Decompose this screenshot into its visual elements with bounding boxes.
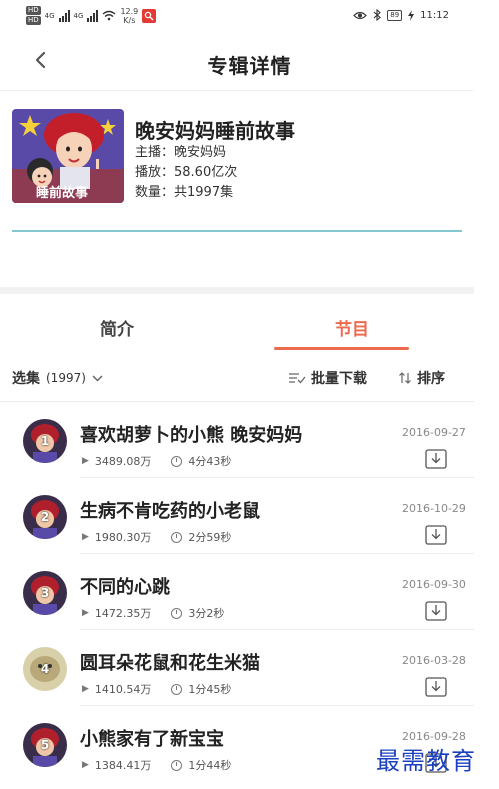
episode-stats: ▶ 1410.54万 1分45秒 xyxy=(82,681,231,697)
list-check-icon xyxy=(289,373,306,384)
network-type-2: 4G xyxy=(73,11,84,20)
tab-intro[interactable]: 简介 xyxy=(100,315,134,340)
sort-button[interactable]: 排序 xyxy=(398,368,445,388)
episode-thumbnail: 2 xyxy=(23,495,67,539)
episode-thumbnail: 5 xyxy=(23,723,67,767)
download-icon[interactable] xyxy=(425,601,447,621)
signal-icon xyxy=(87,9,99,22)
active-tab-indicator xyxy=(274,347,409,350)
episode-stats: ▶ 1980.30万 2分59秒 xyxy=(82,529,231,545)
episode-date: 2016-03-28 xyxy=(402,654,466,667)
sort-label: 排序 xyxy=(417,371,445,387)
episode-number: 1 xyxy=(40,434,50,448)
sort-icon xyxy=(399,372,411,384)
episode-stats: ▶ 3489.08万 4分43秒 xyxy=(82,453,231,469)
episode-duration: 2分59秒 xyxy=(188,531,232,544)
album-cover[interactable]: 睡前故事 xyxy=(12,109,124,203)
episode-thumbnail: 1 xyxy=(23,419,67,463)
signal-icon xyxy=(58,9,70,22)
network-type-1: 4G xyxy=(44,11,55,20)
clock-time: 11:12 xyxy=(420,9,449,21)
network-speed-unit: K/s xyxy=(123,15,136,25)
charging-icon xyxy=(408,9,415,21)
episode-number: 4 xyxy=(40,662,50,676)
play-icon: ▶ xyxy=(82,684,89,694)
play-icon: ▶ xyxy=(82,532,89,542)
episode-duration: 3分2秒 xyxy=(188,607,225,620)
episode-title: 小熊家有了新宝宝 xyxy=(80,729,224,750)
list-item[interactable]: 3 不同的心跳 2016-09-30 ▶ 1472.35万 3分2秒 xyxy=(0,554,474,630)
wifi-icon xyxy=(102,10,116,21)
play-icon: ▶ xyxy=(82,456,89,466)
album-info: 睡前故事 晚安妈妈睡前故事 主播：晚安妈妈 播放：58.60亿次 数量：共199… xyxy=(0,90,474,290)
episode-toolbar: 选集 (1997) 批量下载 排序 xyxy=(0,360,474,396)
play-icon: ▶ xyxy=(82,608,89,618)
episode-play-count: 1410.54万 xyxy=(94,683,152,696)
watermark: 最需教育 xyxy=(376,747,476,775)
list-item[interactable]: 1 喜欢胡萝卜的小熊 晚安妈妈 2016-09-27 ▶ 3489.08万 4分… xyxy=(0,402,474,478)
episode-stats: ▶ 1472.35万 3分2秒 xyxy=(82,605,224,621)
clock-icon xyxy=(171,531,183,543)
app-notification-icon xyxy=(142,8,157,23)
album-host: 主播：晚安妈妈 xyxy=(135,145,227,160)
hd-label-2: HD xyxy=(26,16,41,25)
battery-icon: 89 xyxy=(387,9,403,21)
episode-date: 2016-10-29 xyxy=(402,502,466,515)
clock-icon xyxy=(171,683,183,695)
episode-number: 3 xyxy=(40,586,50,600)
album-title: 晚安妈妈睡前故事 xyxy=(135,119,295,143)
chevron-down-icon xyxy=(92,374,103,382)
episode-title: 生病不肯吃药的小老鼠 xyxy=(80,501,260,522)
episode-thumbnail: 3 xyxy=(23,571,67,615)
section-divider xyxy=(0,287,474,294)
hd-icon: HD HD xyxy=(26,6,41,25)
bluetooth-icon xyxy=(373,9,382,21)
page-title: 专辑详情 xyxy=(207,54,292,78)
episode-duration: 4分43秒 xyxy=(188,455,232,468)
episode-stats: ▶ 1384.41万 1分44秒 xyxy=(82,757,231,773)
episode-play-count: 1980.30万 xyxy=(94,531,152,544)
select-episodes-label: 选集 xyxy=(12,371,40,387)
network-speed: 12.9 K/s xyxy=(120,7,138,25)
hd-label-1: HD xyxy=(26,6,41,15)
tab-programs[interactable]: 节目 xyxy=(335,315,369,340)
album-episode-count: 数量：共1997集 xyxy=(135,185,234,200)
network-speed-value: 12.9 xyxy=(120,6,139,16)
header: 专辑详情 xyxy=(0,32,499,90)
clock-icon xyxy=(171,455,183,467)
episode-title: 喜欢胡萝卜的小熊 晚安妈妈 xyxy=(80,425,303,446)
episode-title: 不同的心跳 xyxy=(80,577,170,598)
episode-number: 2 xyxy=(40,510,50,524)
album-cover-caption: 睡前故事 xyxy=(36,185,88,201)
album-play-count: 播放：58.60亿次 xyxy=(135,165,238,180)
select-episodes-dropdown[interactable]: 选集 (1997) xyxy=(12,368,103,388)
eye-icon xyxy=(353,11,368,19)
batch-download-label: 批量下载 xyxy=(311,371,367,387)
episode-play-count: 1384.41万 xyxy=(94,759,152,772)
clock-icon xyxy=(171,607,183,619)
episode-number: 5 xyxy=(40,738,50,752)
list-item[interactable]: 4 圆耳朵花鼠和花生米猫 2016-03-28 ▶ 1410.54万 1分45秒 xyxy=(0,630,474,706)
album-cover-illustration: 睡前故事 xyxy=(12,109,124,203)
episode-date: 2016-09-27 xyxy=(402,426,466,439)
episode-duration: 1分44秒 xyxy=(188,759,232,772)
episode-date: 2016-09-30 xyxy=(402,578,466,591)
batch-download-button[interactable]: 批量下载 xyxy=(288,368,367,388)
divider xyxy=(12,230,462,232)
episode-duration: 1分45秒 xyxy=(188,683,232,696)
tab-bar: 简介 节目 xyxy=(0,305,474,351)
download-icon[interactable] xyxy=(425,677,447,697)
play-icon: ▶ xyxy=(82,760,89,770)
select-episodes-count: (1997) xyxy=(46,371,86,385)
clock-icon xyxy=(171,759,183,771)
episode-play-count: 3489.08万 xyxy=(94,455,152,468)
download-icon[interactable] xyxy=(425,525,447,545)
episode-thumbnail: 4 xyxy=(23,647,67,691)
download-icon[interactable] xyxy=(425,449,447,469)
status-bar: HD HD 4G 4G 12.9 K/s 89 11:12 xyxy=(0,0,499,32)
episode-title: 圆耳朵花鼠和花生米猫 xyxy=(80,653,260,674)
list-item[interactable]: 2 生病不肯吃药的小老鼠 2016-10-29 ▶ 1980.30万 2分59秒 xyxy=(0,478,474,554)
episode-play-count: 1472.35万 xyxy=(94,607,152,620)
